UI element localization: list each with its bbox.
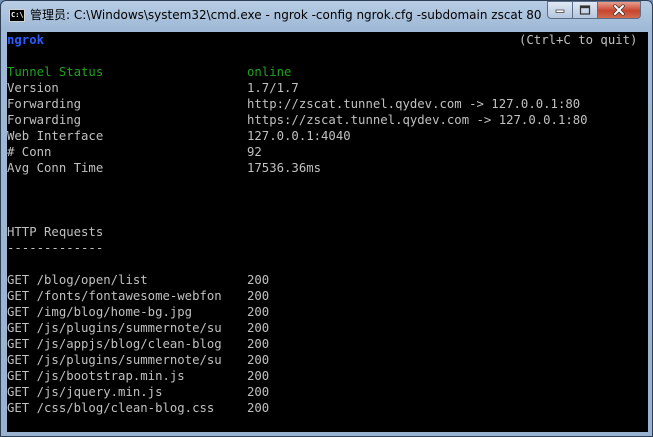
status-value: 17536.36ms	[247, 161, 322, 175]
quit-hint: (Ctrl+C to quit)	[519, 33, 638, 47]
ngrok-header: ngrok	[7, 33, 45, 47]
http-requests-underline: -------------	[7, 241, 104, 255]
minimize-button[interactable]	[547, 1, 573, 19]
status-value: http://zscat.tunnel.qydev.com -> 127.0.0…	[247, 97, 581, 111]
request-path: GET /js/plugins/summernote/su	[7, 321, 222, 335]
cmd-window: C:\ 管理员: C:\Windows\system32\cmd.exe - n…	[0, 0, 653, 437]
request-path: GET /css/blog/clean-blog.css	[7, 401, 215, 415]
status-value: online	[247, 65, 292, 79]
status-label: Avg Conn Time	[7, 161, 104, 175]
status-label: Version	[7, 81, 59, 95]
status-value: 127.0.0.1:4040	[247, 129, 351, 143]
status-label: Tunnel Status	[7, 65, 104, 79]
title-bar[interactable]: C:\ 管理员: C:\Windows\system32\cmd.exe - n…	[1, 1, 652, 31]
close-icon	[613, 4, 625, 16]
status-label: # Conn	[7, 145, 52, 159]
request-path: GET /img/blog/home-bg.jpg	[7, 305, 193, 319]
request-status: 200	[247, 353, 270, 367]
status-label: Forwarding	[7, 97, 82, 111]
maximize-button[interactable]	[572, 1, 598, 19]
request-path: GET /js/bootstrap.min.js	[7, 369, 185, 383]
console-output[interactable]: ngrok (Ctrl+C to quit) Tunnel Status onl…	[7, 32, 648, 432]
request-path: GET /blog/open/list	[7, 273, 148, 287]
minimize-icon	[555, 9, 565, 13]
status-label: Forwarding	[7, 113, 82, 127]
request-status: 200	[247, 385, 270, 399]
http-requests-heading: HTTP Requests	[7, 225, 104, 239]
status-label: Web Interface	[7, 129, 104, 143]
request-status: 200	[247, 289, 270, 303]
status-value: 1.7/1.7	[247, 81, 299, 95]
maximize-icon	[579, 5, 591, 15]
request-status: 200	[247, 305, 270, 319]
request-path: GET /js/plugins/summernote/su	[7, 353, 222, 367]
request-path: GET /js/jquery.min.js	[7, 385, 163, 399]
close-button[interactable]	[597, 1, 641, 19]
request-status: 200	[247, 401, 270, 415]
request-status: 200	[247, 337, 270, 351]
request-status: 200	[247, 273, 270, 287]
request-path: GET /fonts/fontawesome-webfon	[7, 289, 222, 303]
window-title: 管理员: C:\Windows\system32\cmd.exe - ngrok…	[30, 8, 542, 22]
request-status: 200	[247, 321, 270, 335]
status-value: https://zscat.tunnel.qydev.com -> 127.0.…	[247, 113, 588, 127]
request-status: 200	[247, 369, 270, 383]
status-value: 92	[247, 145, 262, 159]
request-path: GET /js/appjs/blog/clean-blog	[7, 337, 222, 351]
cmd-app-icon[interactable]: C:\	[9, 9, 25, 22]
